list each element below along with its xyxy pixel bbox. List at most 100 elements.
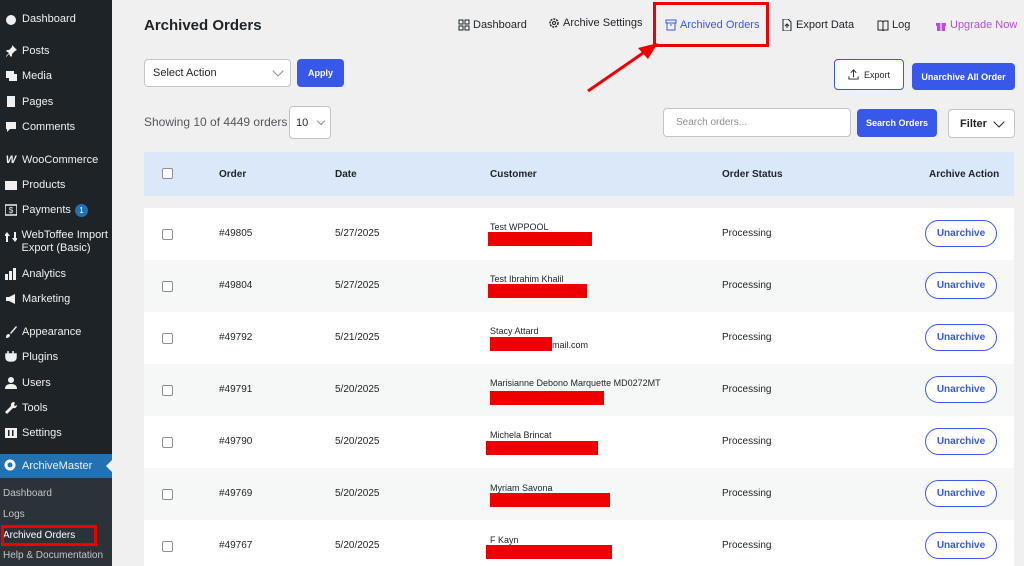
sidebar-item-marketing[interactable]: Marketing: [0, 288, 112, 310]
row-checkbox[interactable]: [162, 385, 173, 396]
order-date: 5/20/2025: [335, 436, 380, 447]
tools-icon: [4, 401, 18, 415]
row-checkbox[interactable]: [162, 281, 173, 292]
nav-dashboard[interactable]: Dashboard: [458, 16, 527, 34]
select-all-checkbox[interactable]: [162, 168, 173, 179]
unarchive-button[interactable]: Unarchive: [925, 428, 997, 455]
archive-master-icon: [4, 459, 18, 473]
search-input[interactable]: Search orders...: [663, 108, 851, 137]
sidebar-item-label: Settings: [22, 427, 62, 439]
sidebar-item-products[interactable]: Products: [0, 174, 112, 196]
order-number[interactable]: #49790: [219, 436, 252, 447]
customer-name: Stacy Attard: [490, 326, 539, 336]
submenu-item-logs[interactable]: Logs: [3, 509, 25, 520]
import-export-icon: [4, 230, 17, 244]
results-count: Showing 10 of 4449 orders: [144, 115, 288, 129]
page-title: Archived Orders: [144, 17, 262, 34]
table-row: #49767 5/20/2025 F Kayn Processing Unarc…: [144, 520, 1014, 566]
sidebar-item-label: Appearance: [22, 326, 82, 338]
payments-icon: $: [4, 203, 18, 217]
order-date: 5/20/2025: [335, 384, 380, 395]
order-number[interactable]: #49769: [219, 488, 252, 499]
annotation-highlight-box: [1, 525, 97, 546]
order-number[interactable]: #49792: [219, 332, 252, 343]
sidebar-item-label: Dashboard: [22, 13, 76, 25]
media-icon: [4, 69, 18, 83]
sidebar-item-payments[interactable]: $ Payments 1: [0, 199, 112, 221]
sidebar-item-appearance[interactable]: Appearance: [0, 321, 112, 343]
unarchive-button[interactable]: Unarchive: [925, 480, 997, 507]
column-archive-action: Archive Action: [929, 169, 1000, 180]
sidebar-item-tools[interactable]: Tools: [0, 397, 112, 419]
order-number[interactable]: #49767: [219, 540, 252, 551]
row-checkbox[interactable]: [162, 489, 173, 500]
filter-button[interactable]: Filter: [948, 109, 1015, 138]
unarchive-button[interactable]: Unarchive: [925, 532, 997, 559]
per-page-select[interactable]: 10: [289, 106, 331, 139]
bulk-action-select[interactable]: Select Action: [144, 59, 291, 87]
annotation-arrow-icon: [587, 43, 658, 93]
file-export-icon: [782, 19, 792, 31]
svg-text:$: $: [9, 206, 14, 215]
sidebar-item-analytics[interactable]: Analytics: [0, 263, 112, 285]
submenu-item-dashboard[interactable]: Dashboard: [3, 488, 52, 499]
nav-label: Log: [892, 19, 911, 31]
sidebar-item-label: Marketing: [22, 293, 71, 305]
admin-sidebar: Dashboard Posts Media Pages Comments W W…: [0, 0, 112, 566]
sidebar-item-dashboard[interactable]: Dashboard: [0, 8, 112, 30]
apply-button[interactable]: Apply: [297, 59, 344, 87]
plugins-icon: [4, 350, 18, 364]
sidebar-item-posts[interactable]: Posts: [0, 40, 112, 62]
sidebar-item-pages[interactable]: Pages: [0, 91, 112, 113]
row-checkbox[interactable]: [162, 541, 173, 552]
sidebar-item-woocommerce[interactable]: W WooCommerce: [0, 149, 112, 171]
export-button[interactable]: Export: [834, 59, 904, 90]
nav-label: Upgrade Now: [950, 19, 1018, 31]
order-status: Processing: [722, 384, 772, 395]
settings-icon: [4, 426, 18, 440]
sidebar-item-users[interactable]: Users: [0, 372, 112, 394]
pages-icon: [4, 95, 18, 109]
unarchive-all-button[interactable]: Unarchive All Order: [912, 63, 1015, 90]
redaction-mark: [488, 232, 592, 246]
sidebar-item-label: ArchiveMaster: [22, 460, 93, 472]
row-checkbox[interactable]: [162, 437, 173, 448]
nav-upgrade-now[interactable]: Upgrade Now: [935, 16, 1017, 34]
products-icon: [4, 178, 18, 192]
annotation-highlight-box: [653, 2, 769, 47]
filter-label: Filter: [960, 117, 987, 130]
sidebar-item-comments[interactable]: Comments: [0, 116, 112, 138]
nav-archive-settings[interactable]: Archive Settings: [548, 14, 642, 32]
row-checkbox[interactable]: [162, 333, 173, 344]
sidebar-item-media[interactable]: Media: [0, 65, 112, 87]
sidebar-submenu: Dashboard Logs Archived Orders Help & Do…: [0, 478, 112, 566]
unarchive-button[interactable]: Unarchive: [925, 376, 997, 403]
sidebar-item-plugins[interactable]: Plugins: [0, 346, 112, 368]
order-number[interactable]: #49805: [219, 228, 252, 239]
unarchive-button[interactable]: Unarchive: [925, 324, 997, 351]
unarchive-button[interactable]: Unarchive: [925, 220, 997, 247]
sidebar-item-label: Comments: [22, 121, 76, 133]
nav-log[interactable]: Log: [877, 16, 910, 34]
sidebar-item-archivemaster[interactable]: ArchiveMaster: [0, 454, 112, 478]
order-status: Processing: [722, 436, 772, 447]
marketing-icon: [4, 292, 18, 306]
sidebar-item-webtoffee[interactable]: WebToffee Import Export (Basic): [0, 229, 112, 259]
notification-badge: 1: [74, 203, 88, 217]
chevron-down-icon: [993, 115, 1005, 128]
sidebar-item-label: Pages: [22, 96, 54, 108]
sidebar-item-settings[interactable]: Settings: [0, 422, 112, 444]
nav-export-data[interactable]: Export Data: [781, 16, 854, 34]
unarchive-button[interactable]: Unarchive: [925, 272, 997, 299]
search-orders-button[interactable]: Search Orders: [857, 109, 937, 137]
row-checkbox[interactable]: [162, 229, 173, 240]
redaction-mark: [486, 545, 612, 559]
order-number[interactable]: #49804: [219, 280, 252, 291]
gift-icon: [936, 23, 946, 31]
chevron-down-icon: [316, 116, 326, 125]
order-date: 5/20/2025: [335, 488, 380, 499]
order-status: Processing: [722, 488, 772, 499]
submenu-item-help[interactable]: Help & Documentation: [3, 550, 103, 561]
order-status: Processing: [722, 280, 772, 291]
order-number[interactable]: #49791: [219, 384, 252, 395]
